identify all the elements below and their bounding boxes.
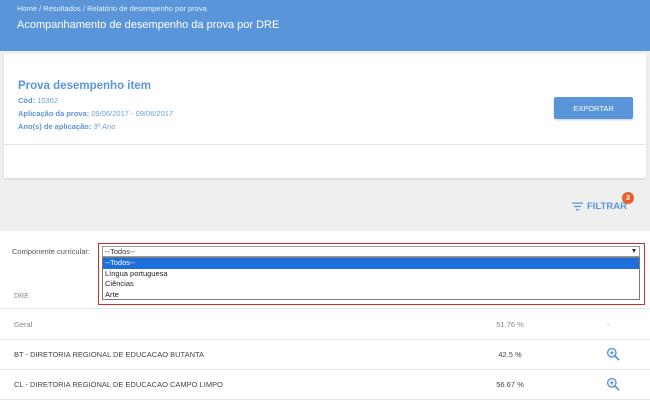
breadcrumb: Home / Resultados / Relatório de desempe… [17,4,207,13]
grade-year-value: 3º Ano [93,122,116,131]
export-button[interactable]: EXPORTAR [554,97,633,119]
exam-title: Prova desempenho item [18,80,151,92]
table-row-action-empty: - [607,320,610,329]
row-divider [0,399,650,400]
option-arte[interactable]: Arte [103,290,639,301]
component-select-value: --Todos-- [105,247,136,256]
table-row-value: 56.67 % [496,380,524,389]
column-header-dre: DRE [14,293,29,300]
card-divider [4,144,646,145]
table-row-value: 51.76 % [496,320,524,329]
row-divider [0,339,650,340]
exam-info-card: Prova desempenho item Cód: 10302 Aplicaç… [4,54,646,178]
filter-button[interactable]: FILTRAR [572,199,627,213]
exam-code: Cód: 10302 [18,96,58,105]
grade-year-label: Ano(s) de aplicação: [18,122,92,131]
option-lingua-portuguesa[interactable]: Língua portuguesa [103,269,639,280]
exam-grade-year: Ano(s) de aplicação: 3º Ano [18,122,115,131]
option-todos[interactable]: --Todos-- [103,258,639,269]
table-row-name[interactable]: CL - DIRETORIA REGIONAL DE EDUCACAO CAMP… [14,380,223,389]
exam-code-value: 10302 [37,96,59,105]
page-title: Acompanhamento de desempenho da prova po… [17,19,280,31]
table-row-name: Geral [14,320,33,329]
dropdown-caret-icon[interactable] [632,249,636,253]
breadcrumb-home[interactable]: Home [17,4,37,13]
row-divider [0,369,650,370]
component-options-list: --Todos-- Língua portuguesa Ciências Art… [102,257,640,300]
zoom-in-icon[interactable] [606,347,620,361]
page-header: Home / Resultados / Relatório de desempe… [0,0,650,51]
filter-label: FILTRAR [587,200,627,212]
row-divider [0,308,650,309]
breadcrumb-current: Relatório de desempenho por prova [87,4,207,13]
filter-lines-icon [572,202,583,210]
application-date-label: Aplicação da prova: [18,109,90,118]
component-filter-label: Componente curricular: [12,247,90,256]
component-select[interactable]: --Todos-- [102,246,640,257]
table-row-value: 42.5 % [498,350,522,359]
zoom-in-icon[interactable] [606,377,620,391]
exam-application-date: Aplicação da prova: 09/06/2017 - 09/06/2… [18,109,173,118]
option-ciencias[interactable]: Ciências [103,279,639,290]
breadcrumb-resultados[interactable]: Resultados [43,4,81,13]
filter-count-badge: 3 [622,192,634,204]
exam-code-label: Cód: [18,96,36,105]
table-row-name[interactable]: BT - DIRETORIA REGIONAL DE EDUCACAO BUTA… [14,350,204,359]
application-date-value: 09/06/2017 - 09/06/2017 [91,109,174,118]
